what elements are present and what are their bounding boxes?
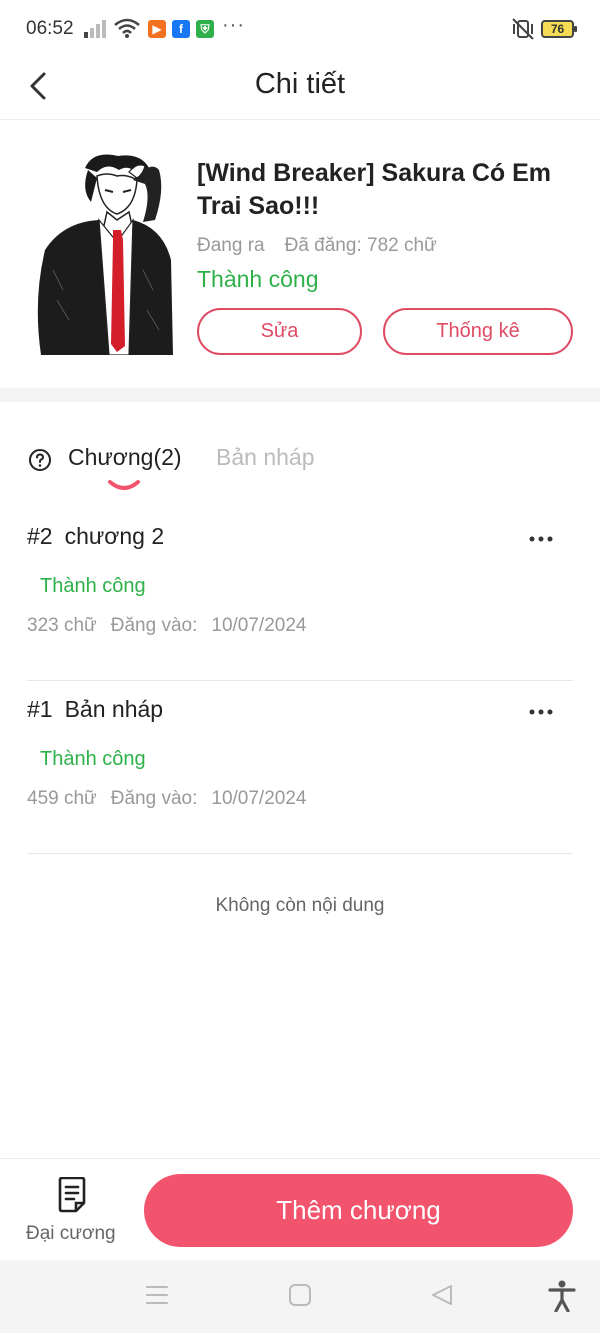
story-review-status: Thành công <box>197 266 319 292</box>
add-chapter-button[interactable]: Thêm chương <box>144 1174 573 1247</box>
signal-icon <box>84 20 106 38</box>
story-status: Đang ra <box>197 235 265 256</box>
header-bar: Chi tiết <box>0 60 600 120</box>
chapter-number: #2 <box>27 523 53 549</box>
wifi-icon <box>114 18 140 38</box>
story-title: [Wind Breaker] Sakura Có Em Trai Sao!!! <box>197 159 552 220</box>
outline-label[interactable]: Đại cương <box>26 1223 116 1245</box>
vpn-shield-icon: ⛨ <box>196 20 214 38</box>
chapter-title-row: #2 chương 2 <box>27 523 164 550</box>
edit-button[interactable]: Sửa <box>197 308 362 355</box>
end-of-list-text: Không còn nội dung <box>215 895 385 916</box>
chapter-posted-label: Đăng vào: <box>110 615 198 636</box>
chapter-title: Bản nháp <box>64 696 164 722</box>
active-tab-indicator <box>108 480 140 490</box>
chapter-item[interactable]: #1 Bản nháp Thành công 459 chữ Đăng vào: 10… <box>27 682 573 854</box>
tab-drafts[interactable]: Bản nháp <box>216 444 314 471</box>
more-horizontal-icon <box>529 536 553 542</box>
chapter-word-count: 323 chữ <box>27 615 97 636</box>
menu-icon[interactable] <box>145 1284 169 1306</box>
chapter-meta: 459 chữ Đăng vào: 10/07/2024 <box>27 788 320 810</box>
chapter-more-button[interactable] <box>525 700 557 724</box>
cover-illustration <box>37 154 173 355</box>
chapter-number: #1 <box>27 696 53 722</box>
facebook-icon: f <box>172 20 190 38</box>
chapter-posted-label: Đăng vào: <box>110 788 198 809</box>
page-title: Chi tiết <box>254 68 346 100</box>
status-time: 06:52 <box>26 18 74 39</box>
tab-chapters[interactable]: Chương(2) <box>68 444 182 471</box>
home-icon[interactable] <box>288 1284 312 1306</box>
system-nav-bar <box>0 1260 600 1333</box>
back-triangle-icon[interactable] <box>430 1284 454 1306</box>
chapter-tabs: Chương(2) Bản nháp <box>0 438 600 498</box>
chapter-title-row: #1 Bản nháp <box>27 696 163 723</box>
story-word-count: Đã đăng: 782 chữ <box>284 235 437 256</box>
accessibility-icon[interactable] <box>548 1280 576 1312</box>
vibrate-off-icon <box>512 18 534 40</box>
outline-document-icon[interactable] <box>56 1177 88 1213</box>
story-cover-image[interactable] <box>33 150 178 355</box>
statistics-button[interactable]: Thống kê <box>383 308 573 355</box>
chapter-date: 10/07/2024 <box>211 788 307 809</box>
chapter-item[interactable]: #2 chương 2 Thành công 323 chữ Đăng vào: 10… <box>27 509 573 681</box>
chapter-status: Thành công <box>40 575 146 597</box>
bottom-action-bar: Đại cương Thêm chương <box>0 1158 600 1260</box>
status-more-icon: ··· <box>222 14 245 36</box>
chapter-date: 10/07/2024 <box>211 615 307 636</box>
battery-indicator: 76 <box>541 20 577 38</box>
play-app-icon: ▶ <box>148 20 166 38</box>
chapter-meta: 323 chữ Đăng vào: 10/07/2024 <box>27 615 320 637</box>
section-divider <box>0 388 600 402</box>
status-bar: 06:52 ▶ f ⛨ ··· 76 <box>0 0 600 60</box>
more-horizontal-icon <box>529 709 553 715</box>
chapter-status: Thành công <box>40 748 146 770</box>
chapter-more-button[interactable] <box>525 527 557 551</box>
help-icon[interactable] <box>28 448 52 472</box>
story-meta: Đang ra Đã đăng: 782 chữ <box>197 235 437 257</box>
chapter-word-count: 459 chữ <box>27 788 97 809</box>
chapter-title: chương 2 <box>64 523 165 549</box>
